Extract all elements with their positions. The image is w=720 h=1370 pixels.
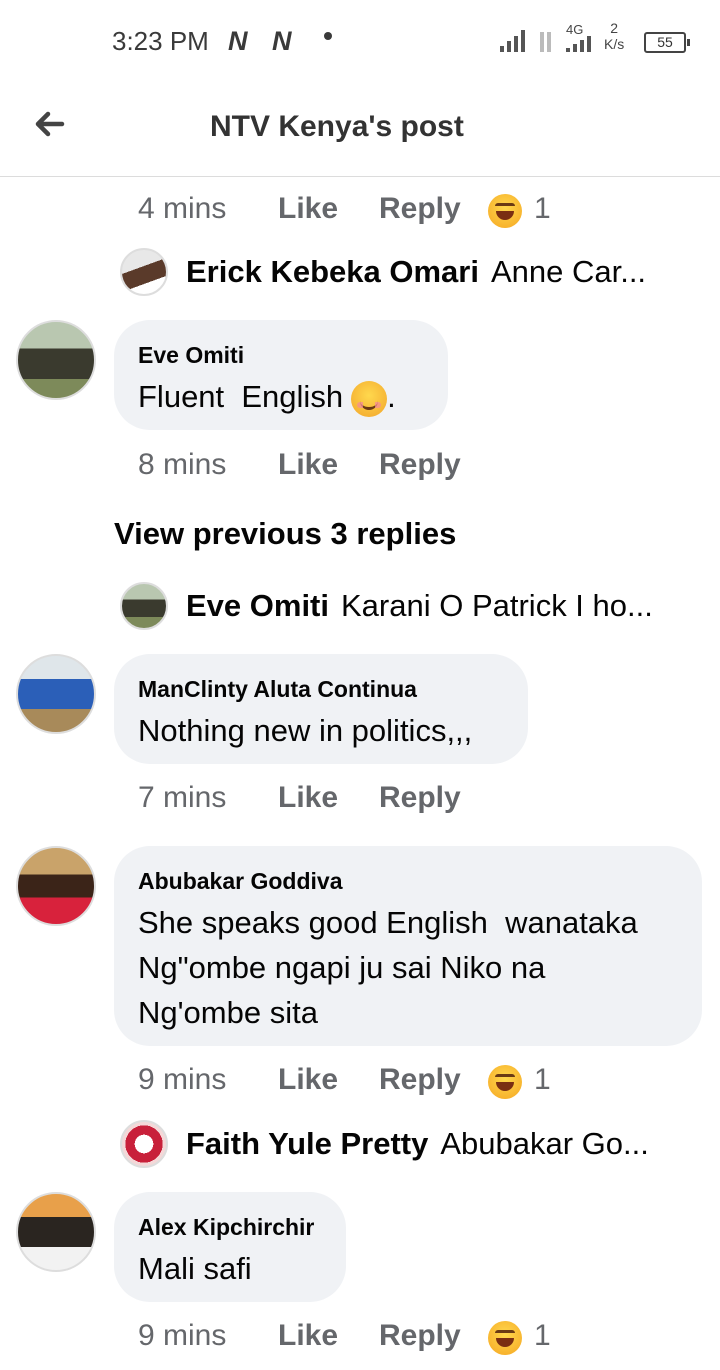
reply-author: Erick Kebeka Omari: [186, 254, 479, 289]
reply-button[interactable]: Reply: [379, 1319, 461, 1353]
avatar[interactable]: [120, 1120, 168, 1168]
reply-snippet: Anne Car...: [490, 254, 647, 289]
more-notifications-icon: [324, 32, 332, 40]
battery-icon: 55: [644, 32, 690, 53]
signal-icon: [500, 30, 530, 52]
network-type-label: 4G: [566, 22, 584, 37]
avatar[interactable]: [120, 582, 168, 630]
comment-bubble: Abubakar Goddiva She speaks good English…: [114, 846, 702, 1046]
avatar[interactable]: [16, 654, 96, 734]
comment-author[interactable]: Alex Kipchirchir: [138, 1212, 320, 1242]
reply-preview[interactable]: Faith Yule Pretty Abubakar Go...: [186, 1126, 649, 1162]
post-header: NTV Kenya's post: [0, 82, 720, 177]
like-button[interactable]: Like: [278, 448, 338, 482]
avatar[interactable]: [16, 1192, 96, 1272]
smiling-face-icon: [351, 380, 388, 417]
avatar[interactable]: [16, 320, 96, 400]
notification-icon: N: [228, 26, 248, 56]
comment-author[interactable]: Eve Omiti: [138, 340, 422, 370]
notification-icon: N: [272, 26, 292, 56]
comment-time: 8 mins: [138, 448, 227, 481]
reply-author: Eve Omiti: [186, 588, 329, 623]
like-button[interactable]: Like: [278, 1063, 338, 1097]
avatar[interactable]: [16, 846, 96, 926]
reaction-count[interactable]: 1: [534, 1319, 551, 1353]
comment-text: She speaks good English wanataka Ng"ombe…: [138, 905, 647, 1030]
comment-text: Nothing new in politics,,,: [138, 713, 473, 748]
data-transfer-icon: [538, 30, 554, 52]
comment-time: 9 mins: [138, 1319, 227, 1352]
status-time: 3:23 PM: [112, 26, 209, 56]
like-button[interactable]: Like: [278, 1319, 338, 1353]
comment-author[interactable]: Abubakar Goddiva: [138, 866, 676, 896]
reply-button[interactable]: Reply: [379, 1063, 461, 1097]
like-button[interactable]: Like: [278, 781, 338, 815]
reply-button[interactable]: Reply: [379, 781, 461, 815]
comment-bubble: ManClinty Aluta Continua Nothing new in …: [114, 654, 528, 764]
reply-preview[interactable]: Eve Omiti Karani O Patrick I ho...: [186, 588, 653, 624]
comment-bubble: Alex Kipchirchir Mali safi: [114, 1192, 346, 1302]
network-speed: 2 K/s: [604, 20, 625, 52]
signal-icon: [566, 36, 596, 52]
comment-time: 7 mins: [138, 781, 227, 814]
reply-button[interactable]: Reply: [379, 192, 461, 226]
comment-author[interactable]: ManClinty Aluta Continua: [138, 674, 502, 704]
view-previous-replies-link[interactable]: View previous 3 replies: [114, 516, 456, 552]
avatar[interactable]: [120, 248, 168, 296]
reaction-count[interactable]: 1: [534, 1063, 551, 1097]
status-bar: 3:23 PM N N 4G 2 K/s 55: [0, 0, 720, 82]
reply-snippet: Karani O Patrick I ho...: [341, 588, 653, 623]
comment-bubble: Eve Omiti Fluent English.: [114, 320, 448, 430]
comment-text: Mali safi: [138, 1251, 252, 1286]
like-button[interactable]: Like: [278, 192, 338, 226]
comment-time: 9 mins: [138, 1063, 227, 1096]
comment-time: 4 mins: [138, 192, 227, 225]
arrow-left-icon[interactable]: [28, 106, 68, 146]
reply-preview[interactable]: Erick Kebeka Omari Anne Car...: [186, 254, 646, 290]
reply-snippet: Abubakar Go...: [440, 1126, 649, 1161]
page-title: NTV Kenya's post: [210, 110, 464, 143]
reaction-count[interactable]: 1: [534, 192, 551, 226]
reply-button[interactable]: Reply: [379, 448, 461, 482]
reply-author: Faith Yule Pretty: [186, 1126, 429, 1161]
comment-text: Fluent English.: [138, 374, 422, 419]
